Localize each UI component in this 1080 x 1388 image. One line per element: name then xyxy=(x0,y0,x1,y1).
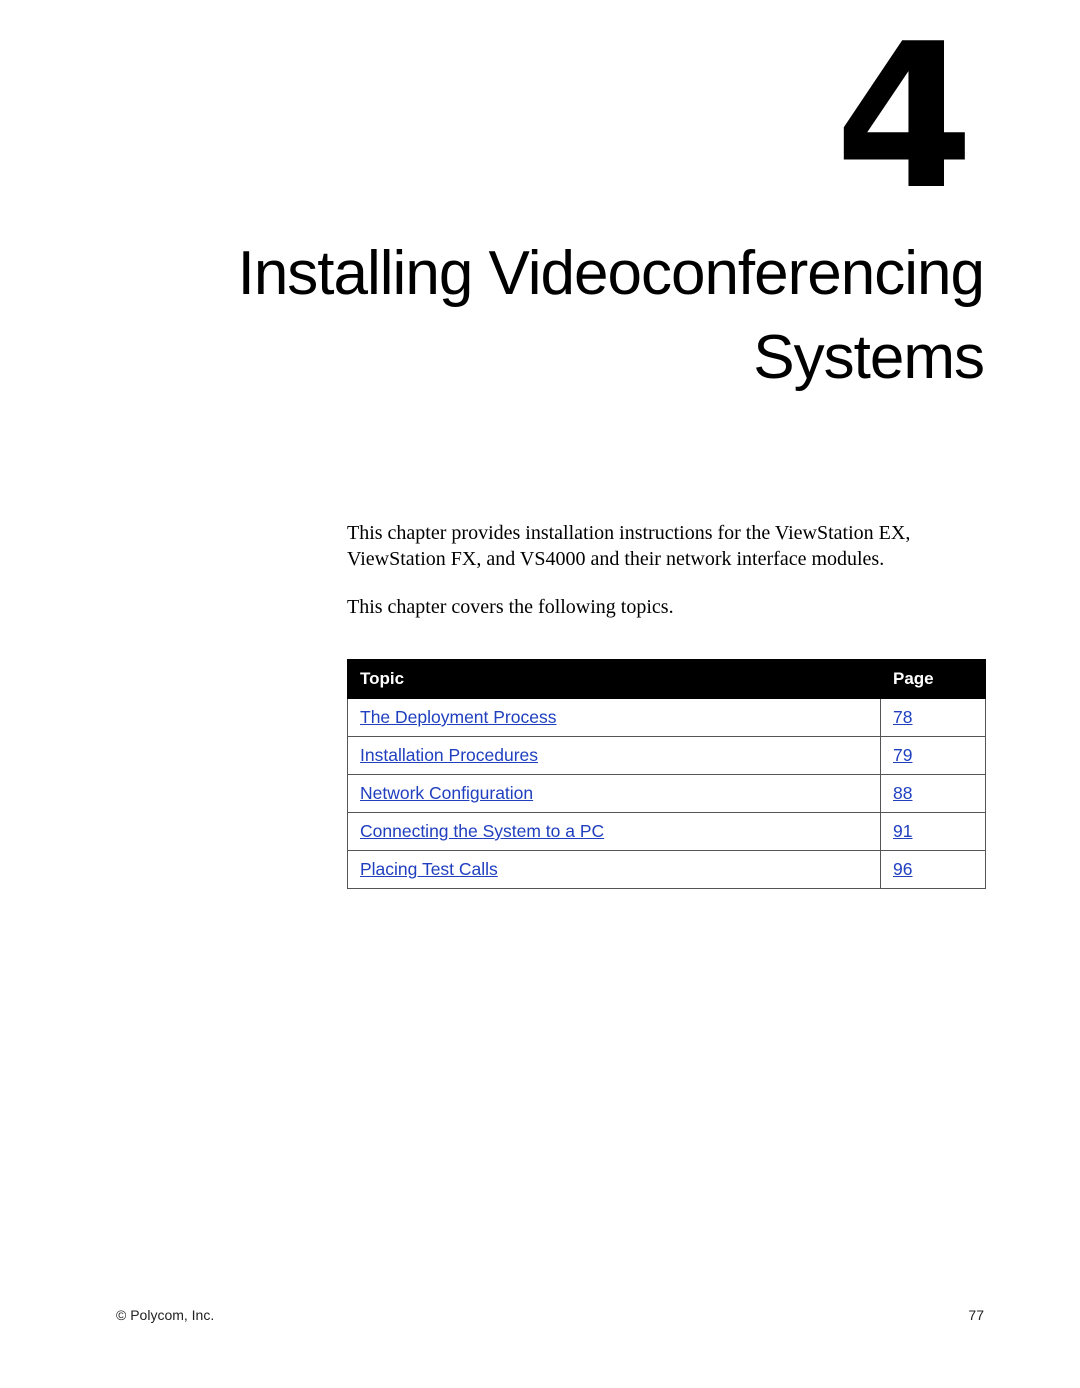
intro-paragraph: This chapter provides installation instr… xyxy=(347,522,911,570)
page-number: 77 xyxy=(968,1307,984,1323)
intro-section: This chapter provides installation instr… xyxy=(347,520,987,642)
topic-link[interactable]: The Deployment Process xyxy=(360,707,556,727)
page-link[interactable]: 96 xyxy=(893,859,912,879)
chapter-title-line2: Systems xyxy=(753,323,985,392)
chapter-title-line1: Installing Videoconferencing xyxy=(237,239,985,308)
topic-link[interactable]: Placing Test Calls xyxy=(360,859,498,879)
page-link[interactable]: 78 xyxy=(893,707,912,727)
header-page: Page xyxy=(880,659,986,699)
header-topic: Topic xyxy=(347,659,881,699)
topic-link[interactable]: Network Configuration xyxy=(360,783,533,803)
topic-link[interactable]: Installation Procedures xyxy=(360,745,538,765)
table-row: Placing Test Calls 96 xyxy=(347,850,986,889)
table-header-row: Topic Page xyxy=(347,659,986,699)
table-row: The Deployment Process 78 xyxy=(347,698,986,737)
table-row: Network Configuration 88 xyxy=(347,774,986,813)
page-link[interactable]: 79 xyxy=(893,745,912,765)
page-link[interactable]: 91 xyxy=(893,821,912,841)
page-link[interactable]: 88 xyxy=(893,783,912,803)
copyright-text: © Polycom, Inc. xyxy=(116,1307,215,1323)
table-row: Connecting the System to a PC 91 xyxy=(347,812,986,851)
page-footer: © Polycom, Inc. 77 xyxy=(116,1307,984,1323)
chapter-title: Installing Videoconferencing Systems xyxy=(84,232,985,400)
chapter-number: 4 xyxy=(834,1,974,234)
table-row: Installation Procedures 79 xyxy=(347,736,986,775)
topics-table: Topic Page The Deployment Process 78 Ins… xyxy=(347,659,986,889)
topics-lead-in: This chapter covers the following topics… xyxy=(347,596,674,618)
topic-link[interactable]: Connecting the System to a PC xyxy=(360,821,604,841)
